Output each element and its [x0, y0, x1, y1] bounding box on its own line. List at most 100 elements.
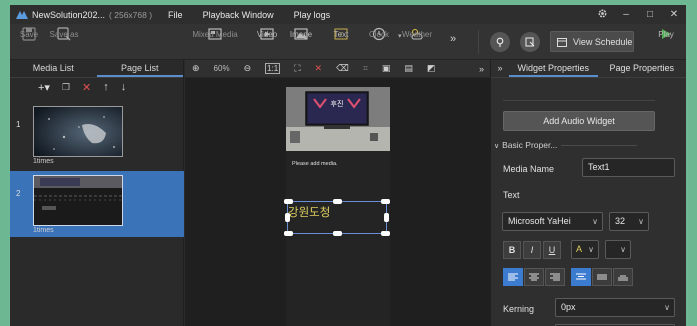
bold-button[interactable]: B: [503, 241, 521, 259]
delete-page-icon[interactable]: ✕: [82, 81, 91, 94]
media-name-label: Media Name: [503, 164, 555, 174]
underline-button[interactable]: U: [543, 241, 561, 259]
crop-icon[interactable]: ⌗: [363, 63, 368, 74]
zoom-out-icon[interactable]: ⊖: [244, 63, 252, 74]
canvas-more-icon[interactable]: »: [479, 64, 484, 74]
close-icon[interactable]: ✕: [662, 9, 686, 20]
section-divider: [561, 145, 637, 146]
export-button[interactable]: [520, 32, 540, 52]
minimize-icon[interactable]: –: [614, 9, 638, 20]
view-schedule-button[interactable]: View Schedule: [550, 31, 634, 52]
clock-button[interactable]: Clock: [369, 27, 389, 41]
media-name-input[interactable]: Text1: [582, 158, 675, 177]
text-label: Text: [503, 190, 520, 200]
marker-button[interactable]: [490, 32, 510, 52]
page-thumbnail: [33, 175, 123, 226]
delete-widget-icon[interactable]: ✕: [315, 63, 323, 74]
font-color-select[interactable]: A ∨: [571, 240, 599, 259]
mixed-media-button[interactable]: Mixed Media: [192, 27, 238, 41]
background-color-select[interactable]: ∨: [605, 240, 631, 259]
page-canvas[interactable]: 후진 Please add media. 강원도청: [284, 87, 390, 326]
left-tabs: Media List Page List: [10, 60, 183, 78]
bring-front-icon[interactable]: ▣: [382, 63, 391, 74]
align-left-button[interactable]: [503, 268, 523, 286]
page-row-1[interactable]: 1 1times: [10, 102, 184, 168]
align-right-button[interactable]: [545, 268, 565, 286]
menu-playback-window[interactable]: Playback Window: [203, 10, 274, 20]
send-back-icon[interactable]: ▤: [404, 63, 413, 74]
align-center-icon: [529, 273, 539, 281]
page-row-2[interactable]: 2 1times: [10, 171, 184, 237]
kerning-select[interactable]: 0px ∨: [555, 298, 675, 317]
canvas-toolbar: ⊕ 60% ⊖ 1:1 ⛶ ✕ ⌫ ⌗ ▣ ▤ ◩ »: [185, 60, 490, 78]
app-title: NewSolution202...: [32, 9, 106, 20]
align-center-button[interactable]: [524, 268, 544, 286]
clear-icon[interactable]: ⌫: [336, 63, 349, 74]
save-as-button[interactable]: Save as: [50, 27, 78, 41]
resize-handle[interactable]: [333, 199, 342, 204]
menu-file[interactable]: File: [168, 10, 183, 20]
resize-handle[interactable]: [381, 231, 390, 236]
please-add-media-text: Please add media.: [292, 161, 338, 167]
maximize-icon[interactable]: □: [638, 9, 662, 20]
video-button[interactable]: Video: [257, 27, 277, 41]
font-family-select[interactable]: Microsoft YaHei ∨: [502, 212, 603, 231]
main-toolbar: Save Save as Mixed Media Video Image T T…: [10, 24, 686, 60]
calendar-icon: [557, 37, 567, 47]
valign-middle-button[interactable]: [592, 268, 612, 286]
banner-text: 후진: [331, 99, 344, 108]
basic-properties-section[interactable]: ∨ Basic Proper...: [494, 140, 557, 150]
actual-size-icon[interactable]: 1:1: [265, 63, 281, 74]
collapse-panel-icon[interactable]: »: [491, 60, 509, 77]
valign-middle-icon: [597, 274, 607, 280]
fit-screen-icon[interactable]: ⛶: [294, 63, 300, 74]
chevron-down-icon: ∨: [638, 217, 644, 226]
app-window: NewSolution202... ( 256x768 ) File Playb…: [10, 5, 686, 326]
save-button[interactable]: Save: [20, 27, 38, 41]
text-button[interactable]: T Text: [334, 27, 348, 41]
resize-handle[interactable]: [381, 199, 390, 204]
divider: [503, 100, 655, 101]
italic-button[interactable]: I: [523, 241, 541, 259]
menu-play-logs[interactable]: Play logs: [294, 10, 331, 20]
resize-handle[interactable]: [284, 199, 293, 204]
chevron-down-icon: ∨: [664, 303, 670, 312]
text-widget[interactable]: 강원도청: [284, 199, 390, 236]
align-right-icon: [550, 273, 560, 281]
resize-handle[interactable]: [384, 213, 389, 222]
tab-widget-properties[interactable]: Widget Properties: [509, 60, 598, 77]
weather-button[interactable]: Weather: [402, 27, 432, 41]
canvas-area: ⊕ 60% ⊖ 1:1 ⛶ ✕ ⌫ ⌗ ▣ ▤ ◩ » 후진 Please ad…: [185, 60, 490, 326]
play-button[interactable]: Play: [658, 27, 674, 41]
tab-media-list[interactable]: Media List: [10, 60, 97, 77]
app-resolution: ( 256x768 ): [109, 9, 153, 20]
zoom-in-icon[interactable]: ⊕: [192, 63, 200, 74]
image-button[interactable]: Image: [290, 27, 312, 41]
chevron-down-icon: ∨: [588, 245, 594, 254]
chevron-down-icon: ∨: [620, 245, 626, 254]
valign-bottom-button[interactable]: [613, 268, 633, 286]
right-tabs: » Widget Properties Page Properties: [491, 60, 686, 78]
valign-top-button[interactable]: [571, 268, 591, 286]
media-image[interactable]: 후진: [286, 87, 390, 151]
resize-handle[interactable]: [284, 231, 293, 236]
font-size-select[interactable]: 32 ∨: [609, 212, 649, 231]
add-audio-widget-button[interactable]: Add Audio Widget: [503, 111, 655, 131]
resize-handle[interactable]: [333, 231, 342, 236]
tab-page-properties[interactable]: Page Properties: [598, 60, 687, 77]
tab-page-list[interactable]: Page List: [96, 60, 183, 77]
settings-gear-icon[interactable]: [590, 8, 614, 22]
layer-up-icon[interactable]: ◩: [427, 63, 436, 74]
window-controls: – □ ✕: [590, 5, 686, 24]
move-down-icon[interactable]: ↓: [121, 81, 127, 93]
resize-handle[interactable]: [285, 213, 290, 222]
title-bar: NewSolution202... ( 256x768 ) File Playb…: [10, 5, 686, 24]
add-page-icon[interactable]: +▾: [38, 81, 50, 94]
toolbar-more-button[interactable]: »: [450, 33, 456, 45]
move-up-icon[interactable]: ↑: [103, 81, 109, 93]
page-tools: +▾ ❐ ✕ ↑ ↓: [10, 78, 183, 96]
chevron-down-icon: ∨: [494, 143, 500, 150]
kerning-label: Kerning: [503, 304, 535, 314]
copy-page-icon[interactable]: ❐: [62, 82, 70, 93]
pin-icon: [496, 37, 504, 47]
